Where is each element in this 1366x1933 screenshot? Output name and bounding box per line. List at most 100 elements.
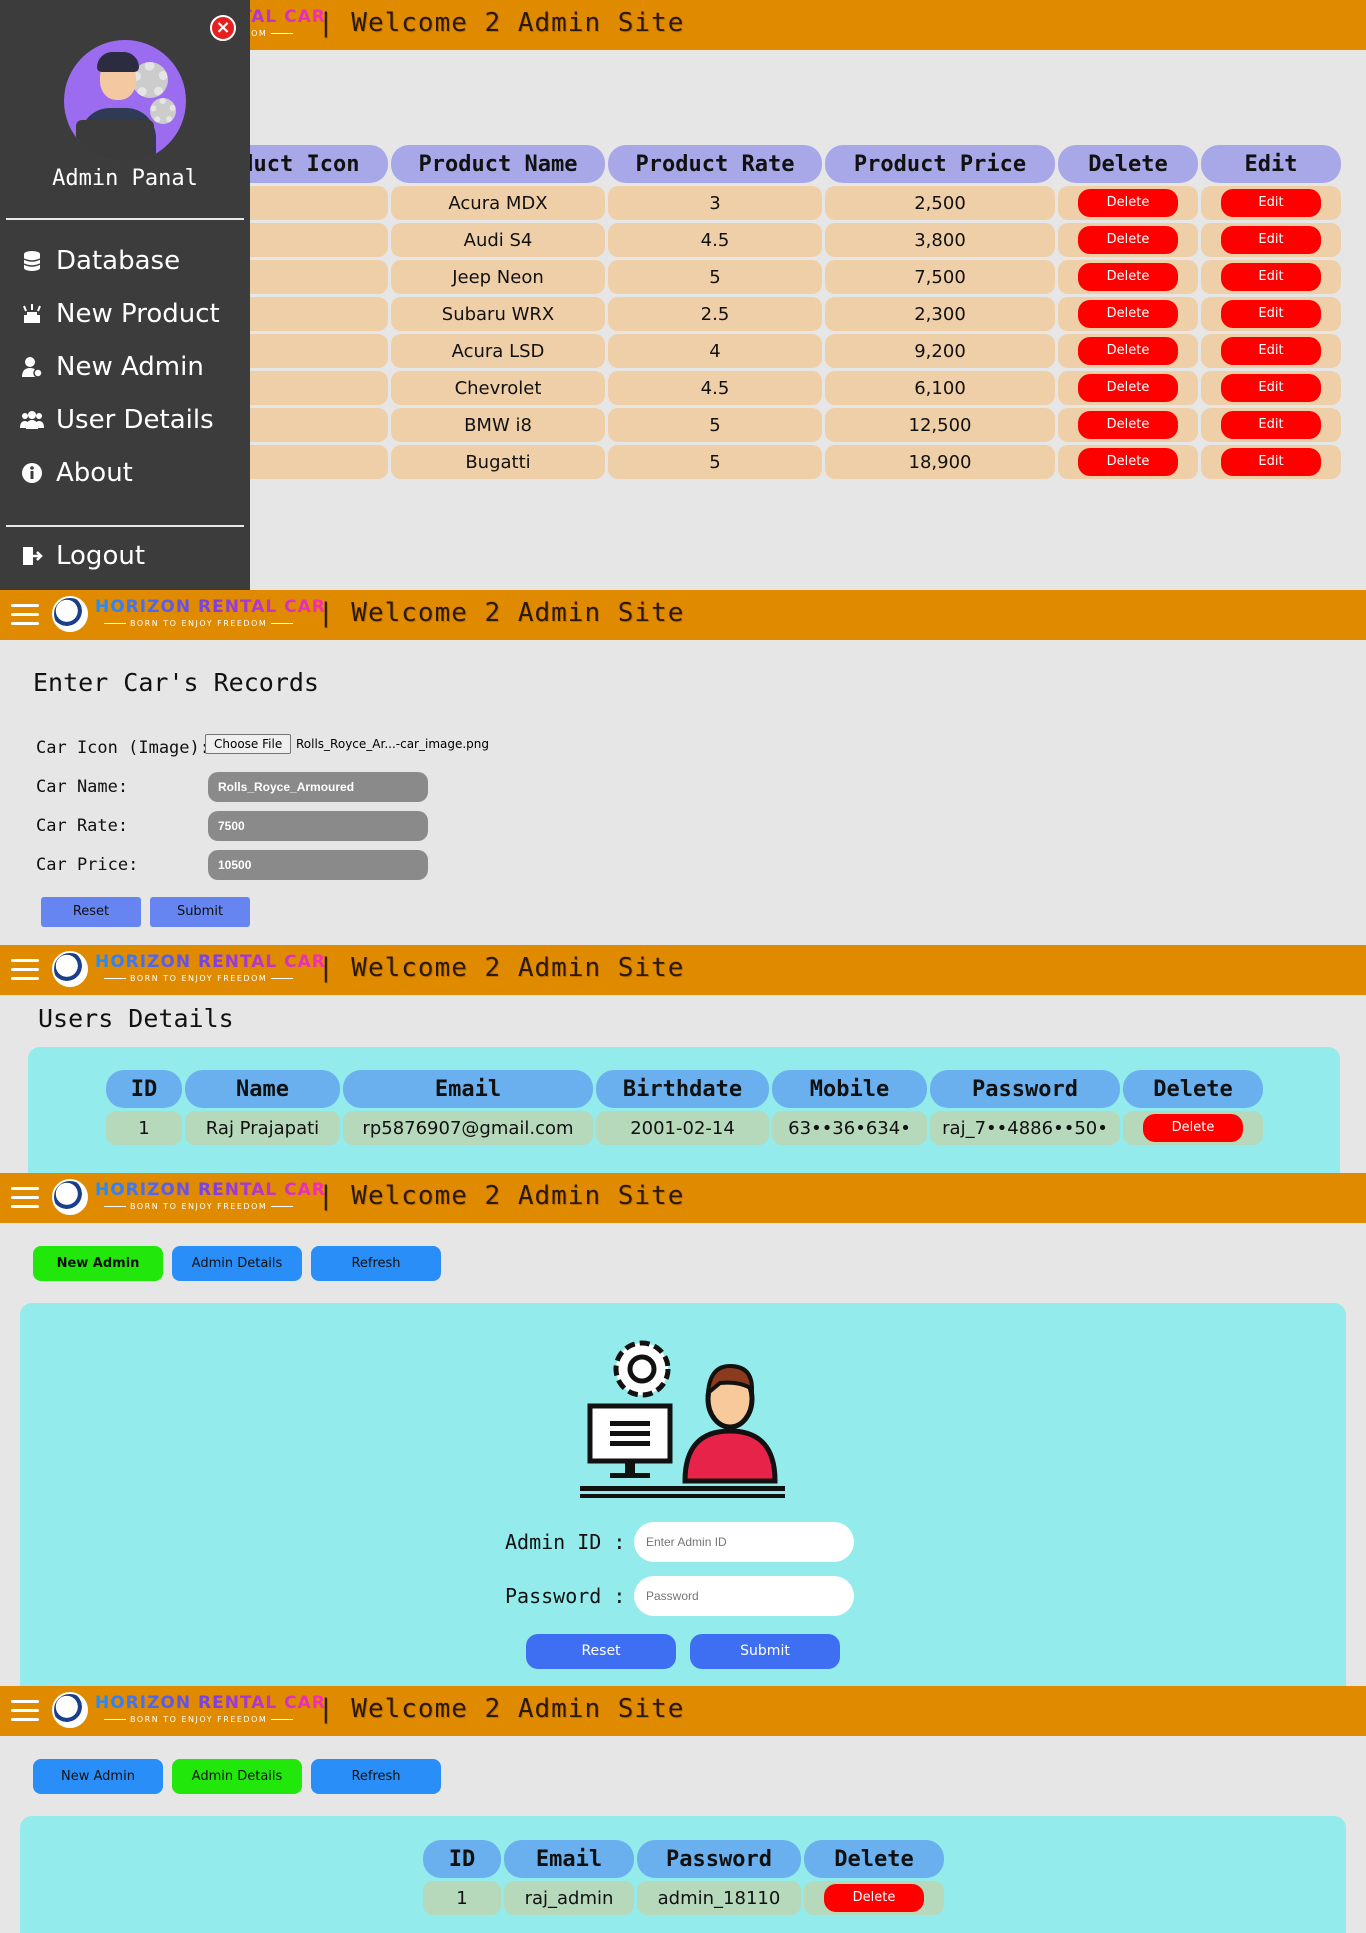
site-title: | Welcome 2 Admin Site [318, 8, 685, 38]
sidebar-item-logout[interactable]: Logout [20, 538, 145, 574]
edit-button[interactable]: Edit [1221, 300, 1321, 328]
edit-button[interactable]: Edit [1221, 226, 1321, 254]
admin-details-screen: HORIZON RENTAL CAR BORN TO ENJOY FREEDOM… [0, 1686, 1366, 1933]
admin-avatar [64, 40, 186, 162]
column-header-birthdate: Birthdate [596, 1070, 769, 1108]
sidebar-item-label: Logout [56, 541, 146, 571]
column-header-delete: Delete [1058, 145, 1198, 183]
tab-admin-details[interactable]: Admin Details [172, 1246, 302, 1281]
admin-id-input[interactable] [634, 1522, 854, 1562]
user-email: rp5876907@gmail.com [343, 1111, 593, 1145]
product-price: 3,800 [825, 223, 1055, 257]
logo-text: HORIZON RENTAL CAR [95, 597, 326, 617]
refresh-button[interactable]: Refresh [311, 1246, 441, 1281]
product-price: 6,100 [825, 371, 1055, 405]
sidebar-item-label: Database [56, 246, 181, 276]
edit-cell: Edit [1201, 445, 1341, 479]
product-rate: 2.5 [608, 297, 822, 331]
edit-button[interactable]: Edit [1221, 189, 1321, 217]
car-name-input[interactable] [208, 772, 428, 802]
users-table: ID Name Email Birthdate Mobile Password … [103, 1067, 1266, 1148]
submit-button[interactable]: Submit [690, 1634, 840, 1669]
admin-password: admin_18110 [637, 1881, 801, 1915]
delete-button[interactable]: Delete [1078, 411, 1178, 439]
column-header-id: ID [106, 1070, 182, 1108]
delete-button[interactable]: Delete [1078, 337, 1178, 365]
delete-button[interactable]: Delete [1078, 374, 1178, 402]
tab-new-admin[interactable]: New Admin [33, 1246, 163, 1281]
refresh-button[interactable]: Refresh [311, 1759, 441, 1794]
tab-new-admin[interactable]: New Admin [33, 1759, 163, 1794]
delete-cell: Delete [1123, 1111, 1263, 1145]
admin-id-label: Admin ID : [505, 1530, 626, 1554]
edit-button[interactable]: Edit [1221, 411, 1321, 439]
table-row: 5Acura LSD49,200DeleteEdit [95, 334, 1341, 368]
product-rate: 4.5 [608, 371, 822, 405]
car-price-input[interactable] [208, 850, 428, 880]
edit-cell: Edit [1201, 260, 1341, 294]
tab-admin-details[interactable]: Admin Details [172, 1759, 302, 1794]
sidebar-title: Admin Panal [52, 166, 198, 191]
menu-icon[interactable] [11, 959, 39, 981]
sidebar-item-label: User Details [56, 405, 214, 435]
edit-button[interactable]: Edit [1221, 374, 1321, 402]
admin-user-icon [20, 355, 44, 379]
new-product-screen: HORIZON RENTAL CAR BORN TO ENJOY FREEDOM… [0, 590, 1366, 945]
car-rate-input[interactable] [208, 811, 428, 841]
choose-file-button[interactable]: Choose File [205, 734, 292, 754]
submit-button[interactable]: Submit [150, 897, 250, 927]
top-bar: HORIZON RENTAL CAR BORN TO ENJOY FREEDOM… [0, 590, 1366, 640]
edit-button[interactable]: Edit [1221, 448, 1321, 476]
column-header-password: Password [637, 1840, 801, 1878]
delete-button[interactable]: Delete [1078, 448, 1178, 476]
product-database-screen: HORIZON RENTAL CAR BORN TO ENJOY FREEDOM… [0, 0, 1366, 590]
product-price: 7,500 [825, 260, 1055, 294]
delete-cell: Delete [1058, 186, 1198, 220]
password-label: Password : [505, 1584, 626, 1608]
reset-button[interactable]: Reset [526, 1634, 676, 1669]
product-price: 9,200 [825, 334, 1055, 368]
info-icon [20, 461, 44, 485]
delete-cell: Delete [1058, 408, 1198, 442]
edit-cell: Edit [1201, 223, 1341, 257]
table-row: 1 raj_admin admin_18110 Delete [423, 1881, 944, 1915]
menu-icon[interactable] [11, 604, 39, 626]
user-birthdate: 2001-02-14 [596, 1111, 769, 1145]
delete-button[interactable]: Delete [1143, 1114, 1243, 1142]
car-rate-label: Car Rate: [36, 816, 129, 836]
column-header-email: Email [343, 1070, 593, 1108]
product-name: Chevrolet [391, 371, 605, 405]
logout-icon [20, 544, 44, 568]
car-icon-label: Car Icon (Image): [36, 738, 210, 758]
product-name: Subaru WRX [391, 297, 605, 331]
column-header-email: Email [504, 1840, 634, 1878]
sidebar-item-about[interactable]: About [20, 455, 133, 491]
edit-button[interactable]: Edit [1221, 337, 1321, 365]
sidebar-item-new-product[interactable]: New Product [20, 296, 220, 332]
user-details-screen: HORIZON RENTAL CAR BORN TO ENJOY FREEDOM… [0, 945, 1366, 1173]
sidebar-item-new-admin[interactable]: New Admin [20, 349, 204, 385]
delete-button[interactable]: Delete [1078, 300, 1178, 328]
top-bar: HORIZON RENTAL CAR BORN TO ENJOY FREEDOM… [0, 1686, 1366, 1736]
site-title: | Welcome 2 Admin Site [318, 953, 685, 983]
column-header-mobile: Mobile [772, 1070, 927, 1108]
sidebar-item-database[interactable]: Database [20, 243, 180, 279]
product-price: 2,500 [825, 186, 1055, 220]
product-name: Bugatti [391, 445, 605, 479]
reset-button[interactable]: Reset [41, 897, 141, 927]
column-header-password: Password [930, 1070, 1120, 1108]
column-header-product-rate: Product Rate [608, 145, 822, 183]
sidebar-item-user-details[interactable]: User Details [20, 402, 214, 438]
table-row: 3Jeep Neon57,500DeleteEdit [95, 260, 1341, 294]
close-icon[interactable]: × [210, 15, 236, 41]
delete-button[interactable]: Delete [1078, 226, 1178, 254]
password-input[interactable] [634, 1576, 854, 1616]
menu-icon[interactable] [11, 1700, 39, 1722]
delete-button[interactable]: Delete [824, 1884, 924, 1912]
product-name: Acura LSD [391, 334, 605, 368]
logo-icon [52, 951, 88, 987]
edit-button[interactable]: Edit [1221, 263, 1321, 291]
delete-button[interactable]: Delete [1078, 263, 1178, 291]
delete-button[interactable]: Delete [1078, 189, 1178, 217]
menu-icon[interactable] [11, 1187, 39, 1209]
